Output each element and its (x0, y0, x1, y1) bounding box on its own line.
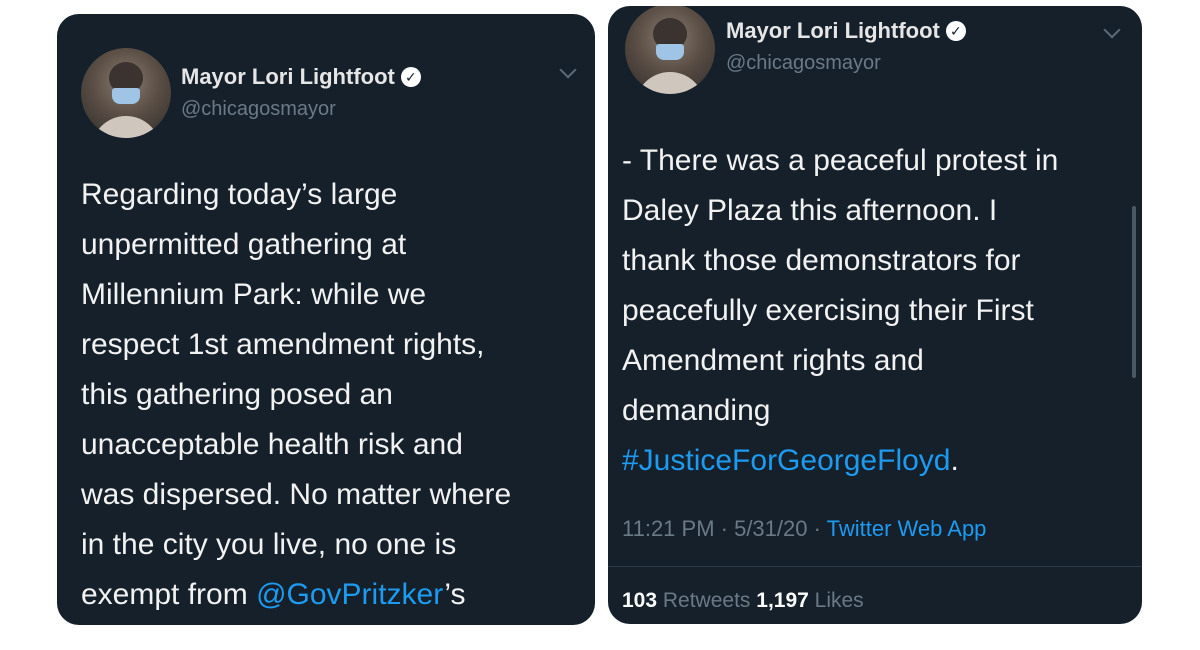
author-handle[interactable]: @chicagosmayor (181, 98, 336, 121)
tweet-line: in the city you live, no one is (81, 528, 457, 561)
tweet-line: Amendment rights and (622, 344, 924, 377)
tweet-line: thank those demonstrators for (622, 244, 1021, 277)
mention-suffix: ’s (444, 578, 466, 611)
tweet-line: Millennium Park: while we (81, 278, 427, 311)
tweet-line: unacceptable health risk and (81, 428, 463, 461)
source-app-link[interactable]: Twitter Web App (827, 516, 987, 541)
tweet-card-right[interactable]: Mayor Lori Lightfoot ✓ @chicagosmayor - … (608, 6, 1142, 624)
chevron-down-icon[interactable] (1103, 21, 1121, 39)
likes-label[interactable]: Likes (809, 589, 864, 612)
tweet-line: respect 1st amendment rights, (81, 328, 485, 361)
tweet-line: - There was a peaceful protest in (622, 144, 1059, 177)
avatar[interactable] (625, 6, 715, 94)
tweet-timestamp: 11:21 PM · 5/31/20 · Twitter Web App (622, 516, 986, 542)
engagement-stats: 103 Retweets 1,197 Likes (622, 589, 864, 613)
tweet-line: demanding (622, 394, 771, 427)
avatar-face-mask (112, 88, 140, 104)
tweet-card-left[interactable]: Mayor Lori Lightfoot ✓ @chicagosmayor Re… (57, 14, 595, 625)
tweet-line: was dispersed. No matter where (81, 478, 512, 511)
tweet-line: this gathering posed an (81, 378, 393, 411)
hashtag-line: #JusticeForGeorgeFloyd. (622, 436, 1058, 486)
avatar-face-mask (656, 44, 684, 60)
tweet-body: Regarding today’s large unpermitted gath… (81, 170, 511, 620)
retweets-label[interactable]: Retweets (657, 589, 756, 612)
tweet-line: unpermitted gathering at (81, 228, 407, 261)
hashtag-link[interactable]: #JusticeForGeorgeFloyd (622, 444, 950, 477)
tweet-line: exempt from (81, 578, 257, 611)
author-row: Mayor Lori Lightfoot ✓ (726, 18, 966, 44)
avatar[interactable] (81, 48, 171, 138)
verified-badge-icon: ✓ (400, 67, 421, 87)
tweet-line-with-mention: exempt from @GovPritzker’s (81, 570, 511, 620)
retweets-count[interactable]: 103 (622, 589, 657, 612)
tweet-line: Regarding today’s large (81, 178, 398, 211)
mention-link[interactable]: @GovPritzker (256, 578, 444, 611)
author-name[interactable]: Mayor Lori Lightfoot (726, 18, 940, 44)
author-row: Mayor Lori Lightfoot ✓ (181, 64, 421, 90)
scrollbar[interactable] (1132, 206, 1136, 378)
author-name[interactable]: Mayor Lori Lightfoot (181, 64, 395, 90)
tweet-body: - There was a peaceful protest in Daley … (622, 136, 1058, 486)
hashtag-suffix: . (950, 444, 959, 477)
tweet-line: Daley Plaza this afternoon. I (622, 194, 998, 227)
divider (608, 566, 1142, 567)
chevron-down-icon[interactable] (559, 61, 577, 79)
avatar-shoulders (635, 72, 705, 94)
likes-count[interactable]: 1,197 (756, 589, 809, 612)
avatar-shoulders (91, 116, 161, 138)
verified-badge-icon: ✓ (945, 21, 966, 41)
author-handle[interactable]: @chicagosmayor (726, 52, 881, 75)
tweet-time[interactable]: 11:21 PM · 5/31/20 · (622, 516, 827, 541)
tweet-line: peacefully exercising their First (622, 294, 1034, 327)
